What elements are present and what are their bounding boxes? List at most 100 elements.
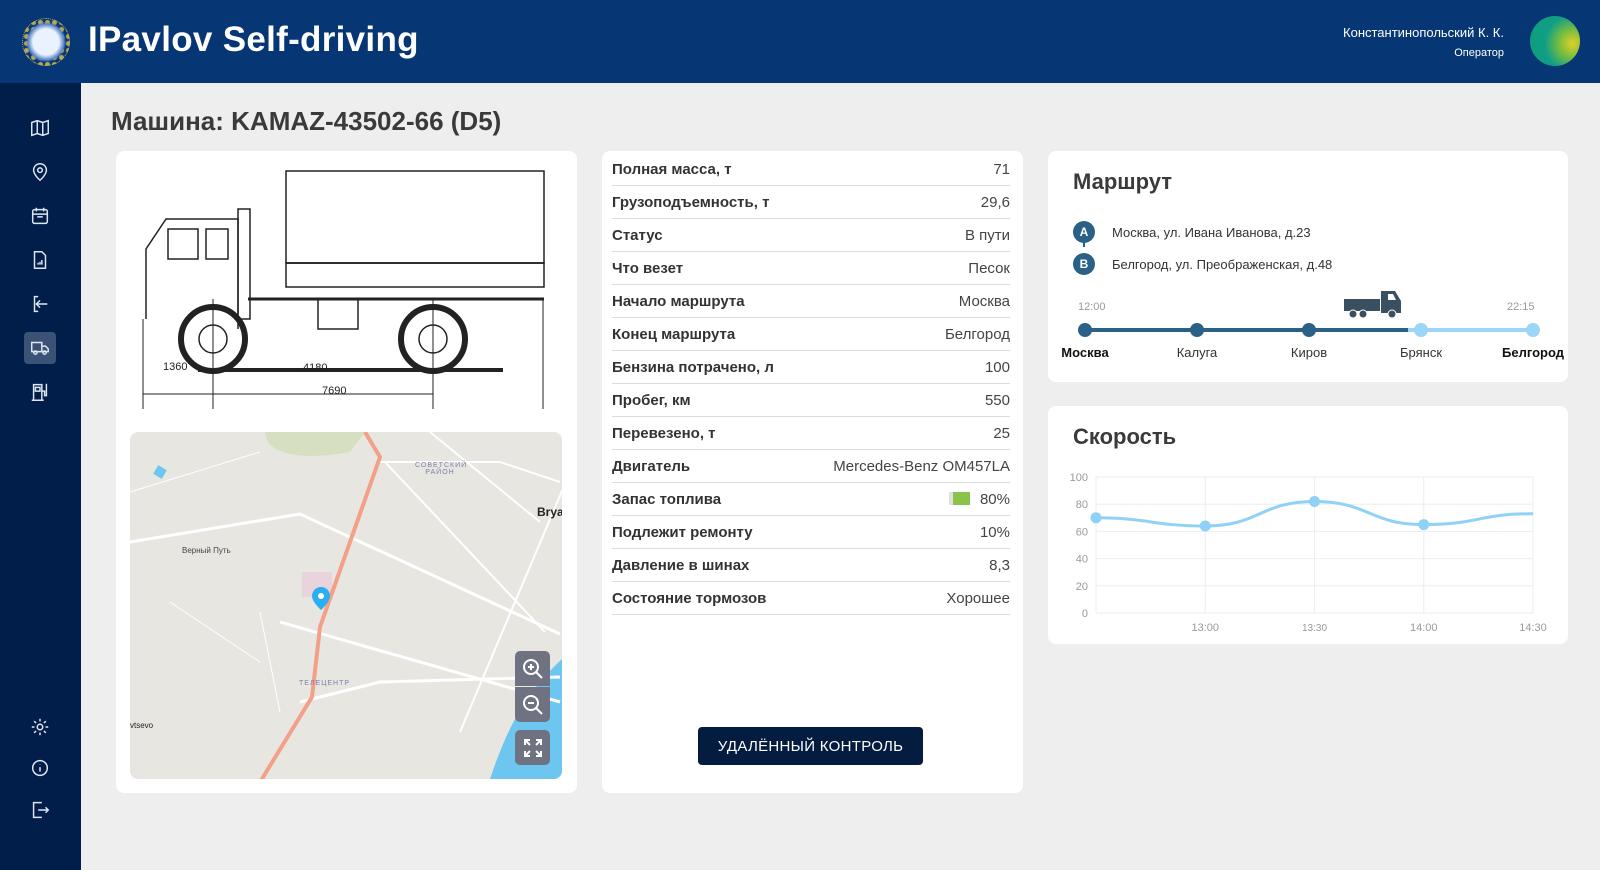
spec-value: В пути: [965, 227, 1010, 244]
app-header: IPavlov Self-driving Константинопольский…: [0, 0, 1600, 83]
fullscreen-icon: [523, 738, 542, 757]
speed-point: [1199, 520, 1211, 532]
point-a-badge: A: [1073, 221, 1095, 243]
route-stop-label: Киров: [1290, 345, 1328, 360]
route-stop-label: Белгород: [1502, 345, 1564, 360]
spec-value: 25: [993, 425, 1010, 442]
x-tick-label: 13:30: [1302, 623, 1327, 634]
address-b: Белгород, ул. Преображенская, д.48: [1112, 257, 1333, 272]
spec-label: Статус: [612, 226, 663, 244]
fuel-level-indicator: [949, 491, 970, 505]
spec-value: 8,3: [989, 557, 1010, 574]
spec-value-text: Хорошее: [946, 589, 1010, 607]
speed-point: [1090, 512, 1102, 524]
route-title: Маршрут: [1073, 169, 1173, 194]
sidebar-item-map[interactable]: [24, 112, 56, 144]
speed-chart: 0 20 40 60 80 100 13:00 13:30 14:00 14:30: [1070, 472, 1547, 634]
map[interactable]: Верный Путь СОВЕТСКИЙ РАЙОН ТЕЛЕЦЕНТР Br…: [130, 432, 562, 779]
map-label: Верный Путь: [182, 546, 231, 555]
dimension-length: 7690: [322, 385, 347, 397]
zoom-in-button[interactable]: [515, 651, 550, 686]
sidebar-item-vehicles[interactable]: [24, 332, 56, 364]
spec-value-text: Белгород: [944, 325, 1010, 343]
spec-row: Давление в шинах 8,3: [612, 549, 1010, 582]
map-label: vtsevo: [130, 721, 154, 730]
calendar-icon: [31, 207, 49, 225]
spec-row: Бензина потрачено, л 100: [612, 351, 1010, 384]
sidebar-item-logout[interactable]: [24, 794, 56, 826]
vehicle-visual-card: 1360 4180 7690 Верный Путь СОВЕТСКИЙ РАЙ…: [116, 151, 577, 793]
spec-value: 10%: [980, 524, 1010, 541]
y-tick-label: 80: [1076, 499, 1088, 511]
info-icon: [31, 759, 49, 777]
dimension-front: 1360: [163, 361, 188, 373]
map-icon: [31, 119, 49, 137]
spec-row: Запас топлива 80%: [612, 483, 1010, 516]
spec-value-text: 100: [984, 358, 1010, 376]
spec-label: Бензина потрачено, л: [612, 358, 774, 376]
spec-label: Перевезено, т: [612, 424, 716, 442]
logout-icon: [32, 801, 50, 819]
zoom-out-icon: [522, 694, 543, 715]
zoom-in-icon: [522, 658, 543, 679]
y-tick-label: 0: [1082, 608, 1088, 620]
zoom-out-button[interactable]: [515, 687, 550, 722]
spec-value-text: 550: [984, 391, 1010, 409]
remote-control-button[interactable]: УДАЛЁННЫЙ КОНТРОЛЬ: [698, 727, 923, 765]
x-tick-label: 14:30: [1519, 622, 1547, 634]
sidebar-item-settings[interactable]: [24, 711, 56, 743]
avatar[interactable]: [1530, 16, 1580, 66]
spec-row: Что везет Песок: [612, 252, 1010, 285]
spec-value-text: Москва: [958, 292, 1010, 310]
spec-value-text: 10%: [979, 523, 1010, 541]
map-tiles: [130, 432, 562, 779]
sidebar-item-location[interactable]: [24, 156, 56, 188]
spec-label: Пробег, км: [612, 391, 691, 409]
route-stop-dot: [1526, 323, 1540, 337]
sidebar-item-login[interactable]: [24, 288, 56, 320]
spec-value: 100: [985, 359, 1010, 376]
spec-value: Песок: [968, 260, 1010, 277]
logo: [22, 18, 70, 66]
spec-row: Грузоподъемность, т 29,6: [612, 186, 1010, 219]
spec-label: Запас топлива: [612, 490, 722, 508]
route-card: Маршрут A Москва, ул. Ивана Иванова, д.2…: [1048, 151, 1568, 382]
route-progress-done: [1085, 328, 1408, 332]
spec-value-text: 25: [993, 424, 1010, 442]
location-pin-icon: [32, 163, 48, 182]
route-stop-dot: [1190, 323, 1204, 337]
speed-point: [1309, 495, 1320, 507]
spec-row: Начало маршрута Москва: [612, 285, 1010, 318]
spec-row: Конец маршрута Белгород: [612, 318, 1010, 351]
fullscreen-button[interactable]: [515, 730, 550, 765]
page-title: Машина: KAMAZ-43502-66 (D5): [111, 106, 502, 136]
speed-card: Скорость 0 20 40 60 80 100 13:00 13:30 14:00 14:3…: [1048, 406, 1568, 644]
spec-value: Белгород: [945, 326, 1010, 343]
y-tick-label: 20: [1076, 581, 1088, 593]
sidebar-item-info[interactable]: [24, 752, 56, 784]
spec-row: Полная масса, т 71: [612, 153, 1010, 186]
spec-label: Полная масса, т: [612, 160, 732, 178]
spec-value: 80%: [949, 491, 1010, 508]
spec-value-text: 80%: [979, 490, 1010, 508]
y-tick-label: 60: [1076, 526, 1088, 538]
start-time: 12:00: [1078, 301, 1106, 313]
report-icon: [33, 251, 47, 269]
route-stop-label: Калуга: [1176, 345, 1218, 360]
spec-label: Конец маршрута: [612, 325, 736, 343]
spec-value-text: Песок: [968, 259, 1010, 277]
spec-row: Двигатель Mercedes-Benz OM457LA: [612, 450, 1010, 483]
sidebar-item-reports[interactable]: [24, 244, 56, 276]
login-icon: [33, 295, 48, 313]
spec-label: Грузоподъемность, т: [612, 193, 770, 211]
spec-label: Подлежит ремонту: [612, 523, 753, 541]
spec-value: 71: [993, 161, 1010, 178]
spec-row: Состояние тормозов Хорошее: [612, 582, 1010, 615]
spec-value-text: В пути: [964, 226, 1010, 244]
sidebar-item-calendar[interactable]: [24, 200, 56, 232]
spec-value-text: 71: [993, 160, 1010, 178]
user-name: Константинопольский К. К.: [1343, 25, 1504, 40]
y-tick-label: 100: [1070, 472, 1088, 484]
sidebar-item-charging[interactable]: [24, 376, 56, 408]
speed-point: [1418, 519, 1430, 531]
